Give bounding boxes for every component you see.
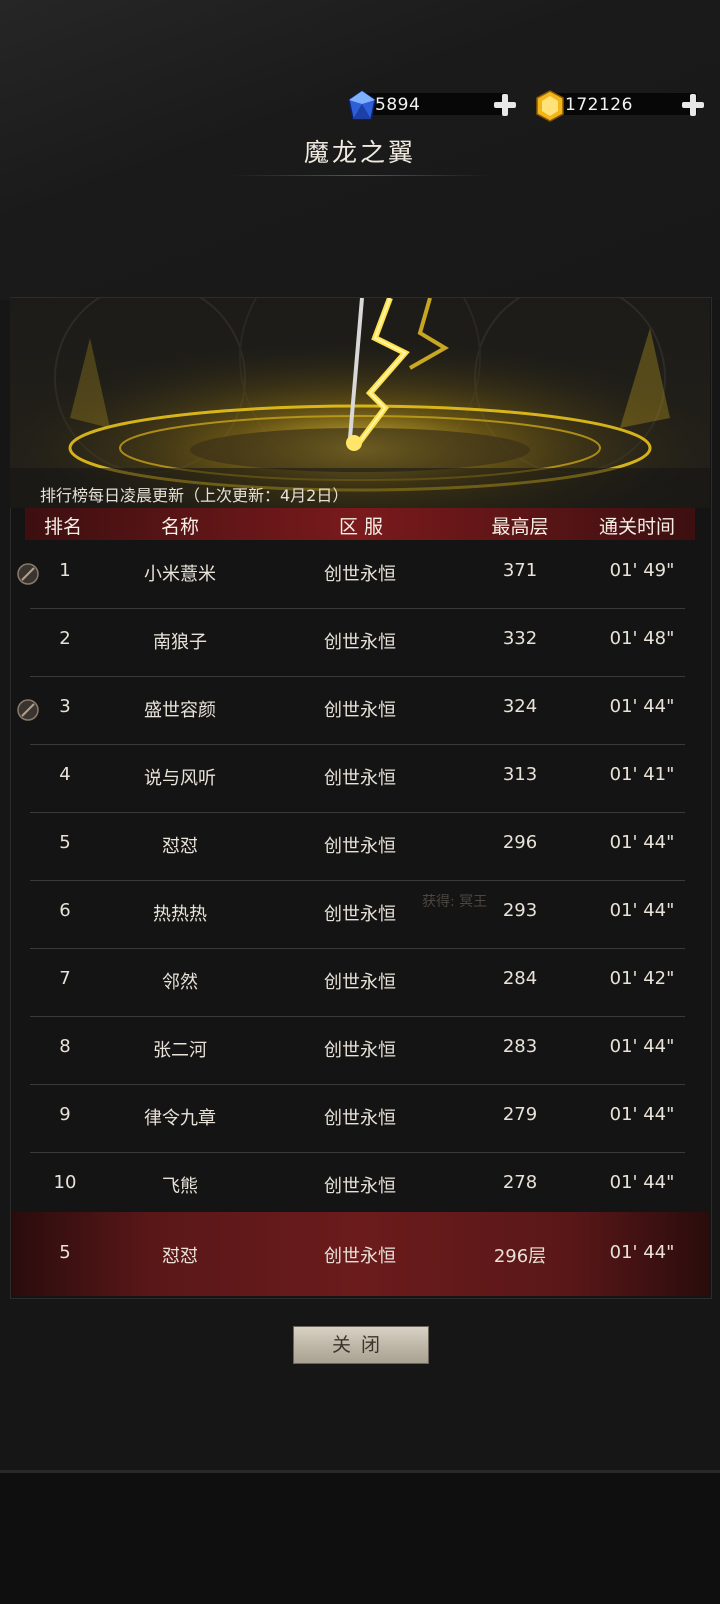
table-row: 10 飞熊 创世永恒 278 01' 44": [30, 1152, 685, 1220]
table-row: 1 小米薏米 创世永恒 371 01' 49": [17, 540, 685, 609]
server-cell: 创世永恒: [324, 972, 396, 993]
time-cell: 01' 44": [609, 832, 675, 853]
table-row: 8 张二河 创世永恒 283 01' 44": [30, 1016, 685, 1085]
my-rank-row: 5 怼怼 创世永恒 296层 01' 44": [12, 1212, 709, 1296]
medal-icon: [17, 699, 39, 721]
time-cell: 01' 42": [609, 968, 675, 989]
col-name: 名称: [160, 516, 200, 538]
player-name-cell[interactable]: 飞熊: [162, 1172, 198, 1198]
player-name-cell[interactable]: 盛世容颜: [144, 696, 216, 722]
player-name-cell[interactable]: 邻然: [162, 968, 198, 994]
time-cell: 01' 44": [609, 1036, 675, 1057]
col-server: 区 服: [338, 516, 384, 538]
floor-cell: 296: [502, 832, 538, 853]
bottom-bar: [0, 1470, 720, 1604]
server-cell: 创世永恒: [324, 904, 396, 925]
player-name-cell[interactable]: 南狼子: [153, 628, 207, 654]
blue-diamond-icon: [348, 90, 376, 120]
floor-cell: 313: [502, 764, 538, 785]
floor-cell: 332: [502, 628, 538, 649]
gold-gem-icon: [536, 90, 564, 122]
rank-cell: 7: [59, 968, 71, 989]
server-cell: 创世永恒: [324, 1040, 396, 1061]
add-gold-button[interactable]: [681, 93, 705, 117]
time-cell: 01' 48": [609, 628, 675, 649]
rank-cell: 10: [53, 1172, 77, 1193]
time-cell: 01' 44": [609, 696, 675, 717]
rank-cell: 8: [59, 1036, 71, 1057]
player-name-cell[interactable]: 张二河: [153, 1036, 207, 1062]
page-title: 魔龙之翼: [303, 138, 416, 167]
server-cell: 创世永恒: [324, 1108, 396, 1129]
medal-icon: [17, 563, 39, 585]
gold-value: 172126: [565, 95, 633, 115]
diamond-value: 5894: [375, 95, 421, 115]
overlay-watermark: 获得: 冥王: [422, 894, 488, 910]
rank-cell: 4: [59, 764, 71, 785]
time-cell: 01' 44": [609, 1172, 675, 1193]
table-row: 2 南狼子 创世永恒 332 01' 48": [30, 608, 685, 677]
floor-cell: 283: [502, 1036, 538, 1057]
rank-cell: 9: [59, 1104, 71, 1125]
time-cell: 01' 44": [609, 900, 675, 921]
floor-cell: 284: [502, 968, 538, 989]
floor-cell: 293: [502, 900, 538, 921]
my-floor: 296层: [493, 1246, 547, 1267]
my-time: 01' 44": [609, 1242, 675, 1263]
banner-art: [10, 298, 710, 508]
time-cell: 01' 49": [609, 560, 675, 581]
update-notice: 排行榜每日凌晨更新（上次更新：4月2日）: [40, 486, 349, 505]
table-row: 4 说与风听 创世永恒 313 01' 41": [30, 744, 685, 813]
table-row: 9 律令九章 创世永恒 279 01' 44": [30, 1084, 685, 1153]
add-diamond-button[interactable]: [493, 93, 517, 117]
table-row: 3 盛世容颜 创世永恒 324 01' 44": [17, 676, 685, 745]
title-divider: [230, 175, 490, 176]
server-cell: 创世永恒: [324, 564, 396, 585]
server-cell: 创世永恒: [324, 836, 396, 857]
rank-cell: 2: [59, 628, 71, 649]
server-cell: 创世永恒: [324, 768, 396, 789]
player-name-cell[interactable]: 热热热: [153, 900, 207, 926]
time-cell: 01' 41": [609, 764, 675, 785]
server-cell: 创世永恒: [324, 632, 396, 653]
table-header: 排名 名称 区 服 最高层 通关时间: [25, 508, 695, 540]
player-name-cell[interactable]: 怼怼: [162, 832, 198, 858]
table-row: 6 热热热 创世永恒 293 01' 44": [30, 880, 685, 949]
server-cell: 创世永恒: [324, 700, 396, 721]
player-name-cell[interactable]: 小米薏米: [144, 560, 216, 586]
time-cell: 01' 44": [609, 1104, 675, 1125]
diamond-currency: 5894: [345, 89, 517, 120]
rank-cell: 3: [59, 696, 71, 717]
player-name-cell[interactable]: 说与风听: [144, 764, 216, 790]
floor-cell: 278: [502, 1172, 538, 1193]
player-name-cell[interactable]: 律令九章: [144, 1104, 216, 1130]
col-rank: 排名: [43, 516, 83, 538]
rank-cell: 6: [59, 900, 71, 921]
floor-cell: 371: [502, 560, 538, 581]
floor-cell: 324: [502, 696, 538, 717]
table-row: 7 邻然 创世永恒 284 01' 42": [30, 948, 685, 1017]
banner-illustration: [10, 298, 710, 508]
server-cell: 创世永恒: [324, 1176, 396, 1197]
gold-currency: 172126: [533, 89, 708, 122]
close-button[interactable]: 关闭: [293, 1326, 429, 1364]
col-time: 通关时间: [598, 516, 676, 538]
col-floor: 最高层: [491, 516, 549, 538]
my-rank: 5: [59, 1242, 71, 1263]
rank-cell: 5: [59, 832, 71, 853]
my-name: 怼怼: [162, 1246, 198, 1267]
table-row: 5 怼怼 创世永恒 296 01' 44": [30, 812, 685, 881]
rank-cell: 1: [59, 560, 71, 581]
my-server: 创世永恒: [324, 1246, 396, 1267]
floor-cell: 279: [502, 1104, 538, 1125]
